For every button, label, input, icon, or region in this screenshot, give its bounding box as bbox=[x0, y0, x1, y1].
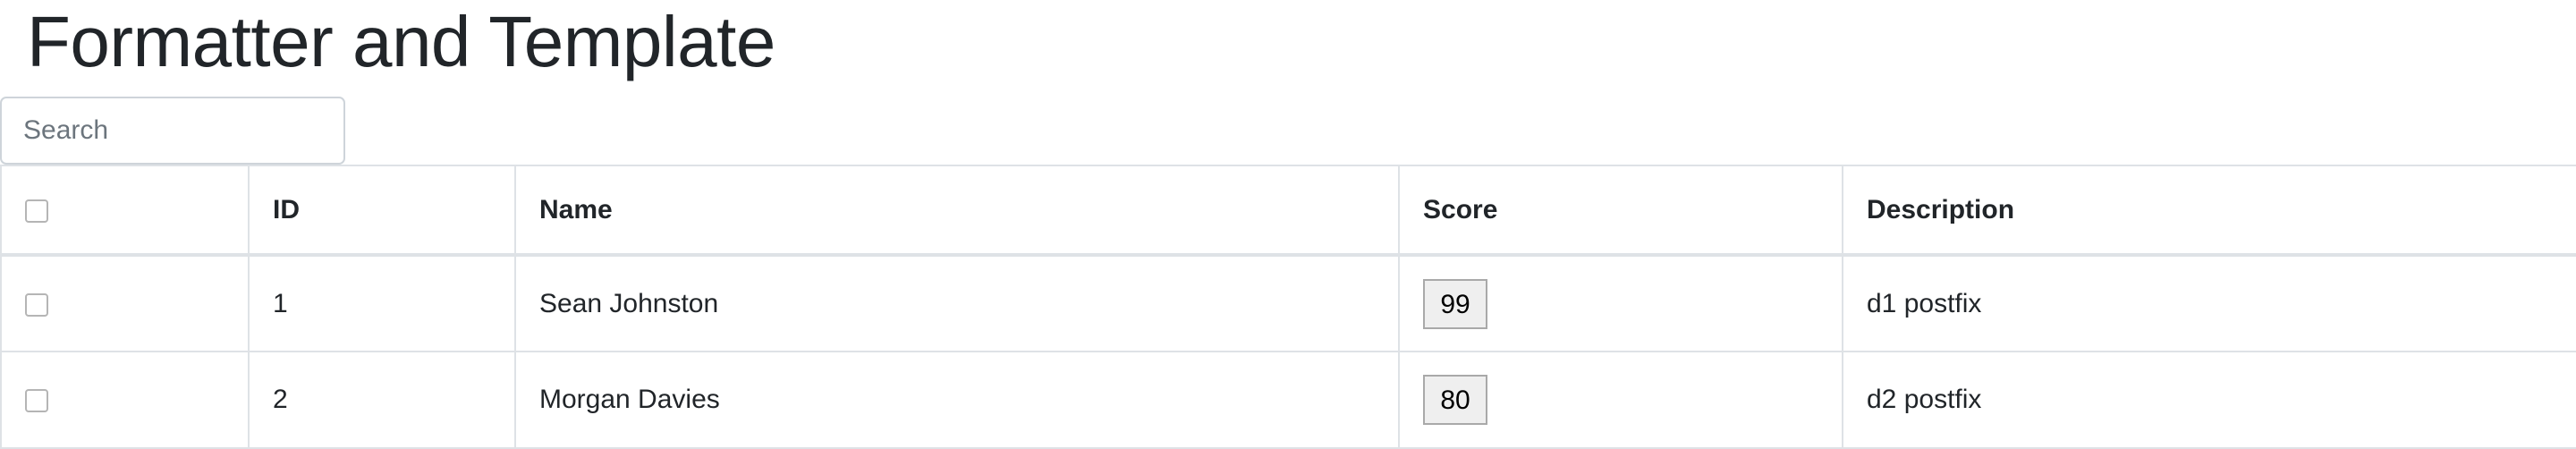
data-table: ID Name Score Description 1 Sean Johnsto… bbox=[0, 165, 2576, 449]
search-input[interactable] bbox=[0, 97, 345, 165]
header-row: ID Name Score Description bbox=[0, 165, 2576, 257]
row-select-cell[interactable] bbox=[0, 254, 250, 352]
score-badge: 99 bbox=[1423, 278, 1487, 329]
name-cell: Sean Johnston bbox=[514, 254, 1400, 352]
score-badge: 80 bbox=[1423, 375, 1487, 425]
select-all-header[interactable] bbox=[0, 165, 250, 257]
description-cell: d2 postfix bbox=[1842, 351, 2576, 449]
page-title: Formatter and Template bbox=[27, 2, 775, 81]
row-checkbox[interactable] bbox=[25, 389, 48, 413]
name-cell: Morgan Davies bbox=[514, 351, 1400, 449]
row-select-cell[interactable] bbox=[0, 351, 250, 449]
select-all-checkbox[interactable] bbox=[25, 199, 48, 223]
id-cell: 1 bbox=[248, 254, 516, 352]
id-cell: 2 bbox=[248, 351, 516, 449]
column-header-description[interactable]: Description bbox=[1842, 165, 2576, 257]
table-row[interactable]: 2 Morgan Davies 80 d2 postfix bbox=[0, 351, 2576, 449]
score-cell: 99 bbox=[1398, 254, 1843, 352]
table-header: ID Name Score Description bbox=[0, 165, 2576, 257]
table-row[interactable]: 1 Sean Johnston 99 d1 postfix bbox=[0, 254, 2576, 352]
column-header-score[interactable]: Score bbox=[1398, 165, 1843, 257]
column-header-id[interactable]: ID bbox=[248, 165, 516, 257]
score-cell: 80 bbox=[1398, 351, 1843, 449]
table-body: 1 Sean Johnston 99 d1 postfix 2 Morgan D… bbox=[0, 254, 2576, 449]
column-header-name[interactable]: Name bbox=[514, 165, 1400, 257]
row-checkbox[interactable] bbox=[25, 292, 48, 317]
description-cell: d1 postfix bbox=[1842, 254, 2576, 352]
